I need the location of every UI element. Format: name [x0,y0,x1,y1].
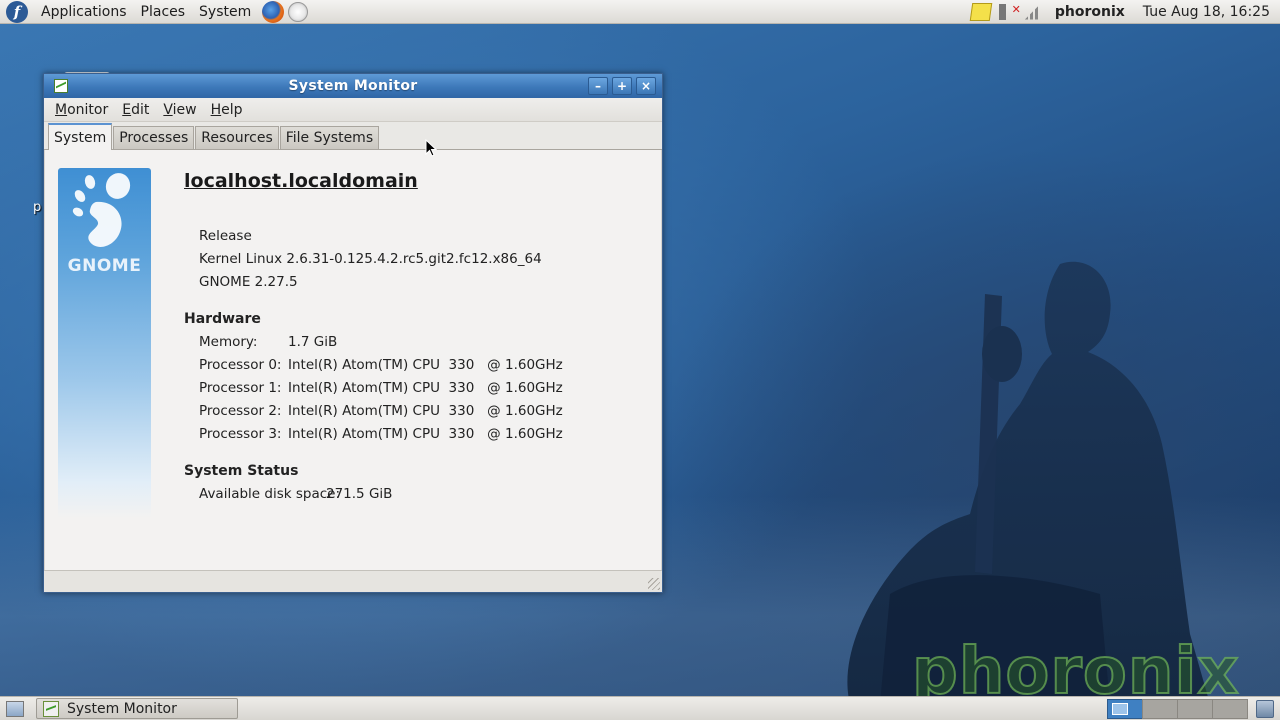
phoronix-watermark: phoronix [911,635,1240,709]
system-status-heading: System Status [184,463,299,479]
processor-2-label: Processor 2: [199,403,282,419]
processor-0-value: Intel(R) Atom(TM) CPU 330 @ 1.60GHz [288,357,563,373]
release-label: Release [199,228,252,244]
disk-space-label: Available disk space: [199,486,341,502]
mouse-cursor-icon [425,139,437,157]
gnome-foot-icon [72,173,131,247]
kernel-version: Kernel Linux 2.6.31-0.125.4.2.rc5.git2.f… [199,251,542,267]
menu-edit-mnemonic: E [122,101,132,118]
menu-help-mnemonic: H [210,101,222,118]
disk-space-value: 271.5 GiB [326,486,393,502]
places-menu[interactable]: Places [134,4,193,20]
minimize-button[interactable]: – [588,77,608,95]
system-menu[interactable]: System [192,4,258,20]
panel-tray: phoronix Tue Aug 18, 16:25 [969,2,1280,21]
window-title: System Monitor [288,78,418,94]
menu-monitor[interactable]: Monitor [48,102,115,118]
menu-edit[interactable]: Edit [115,102,156,118]
memory-label: Memory: [199,334,258,350]
show-desktop-icon[interactable] [6,700,24,717]
processor-1-value: Intel(R) Atom(TM) CPU 330 @ 1.60GHz [288,380,563,396]
hardware-heading: Hardware [184,311,261,327]
maximize-button[interactable]: + [612,77,632,95]
fedora-logo-icon[interactable]: f [6,0,28,23]
evolution-mail-icon[interactable] [288,1,309,22]
hostname-heading: localhost.localdomain [184,170,418,192]
window-titlebar[interactable]: System Monitor – + × [44,74,662,98]
tab-processes[interactable]: Processes [113,126,195,149]
gnome-logo-text: GNOME [67,256,142,276]
firefox-icon[interactable] [262,0,285,23]
tab-system[interactable]: System [48,123,113,150]
processor-2-value: Intel(R) Atom(TM) CPU 330 @ 1.60GHz [288,403,563,419]
sticky-notes-icon[interactable] [969,2,993,21]
top-panel: f Applications Places System phoronix Tu… [0,0,1280,24]
status-bar [44,570,662,592]
system-tab-content: GNOME localhost.localdomain Release Kern… [44,150,662,570]
system-monitor-task-icon [43,700,59,717]
statue-artwork [847,261,1208,696]
clock[interactable]: Tue Aug 18, 16:25 [1143,4,1270,20]
volume-muted-icon[interactable] [998,3,1021,20]
menubar: Monitor Edit View Help [44,98,662,122]
workspace-1[interactable] [1107,698,1143,719]
network-signal-icon[interactable] [1024,3,1041,20]
close-button[interactable]: × [636,77,656,95]
menu-monitor-rest: onitor [67,101,109,118]
resize-grip-icon[interactable] [648,578,660,590]
tab-file-systems[interactable]: File Systems [279,126,380,149]
menu-monitor-mnemonic: M [55,101,68,118]
workspace-2[interactable] [1142,698,1178,719]
menu-view[interactable]: View [156,102,203,118]
tab-resources[interactable]: Resources [195,126,279,149]
menu-help-rest: elp [221,101,243,118]
gnome-logo-panel: GNOME [58,168,151,518]
system-monitor-window: System Monitor – + × Monitor Edit View H… [43,73,663,593]
processor-3-value: Intel(R) Atom(TM) CPU 330 @ 1.60GHz [288,426,563,442]
window-controls: – + × [588,77,656,95]
trash-icon[interactable] [1256,699,1274,718]
workspace-3[interactable] [1177,698,1213,719]
processor-3-label: Processor 3: [199,426,282,442]
memory-value: 1.7 GiB [288,334,338,350]
menu-help[interactable]: Help [204,102,250,118]
processor-0-label: Processor 0: [199,357,282,373]
gnome-version: GNOME 2.27.5 [199,274,298,290]
username-label[interactable]: phoronix [1055,4,1125,20]
menu-view-rest: iew [172,101,197,118]
desktop-icon-label[interactable]: p [33,200,41,215]
bottom-panel: System Monitor [0,696,1280,720]
applications-menu[interactable]: Applications [34,4,134,20]
menu-view-mnemonic: V [163,101,173,118]
taskbar-item-label: System Monitor [67,700,177,717]
menu-edit-rest: dit [131,101,150,118]
workspace-4[interactable] [1212,698,1248,719]
processor-1-label: Processor 1: [199,380,282,396]
taskbar-system-monitor[interactable]: System Monitor [36,698,238,719]
tab-bar: System Processes Resources File Systems [44,122,662,150]
workspace-switcher [1107,698,1248,719]
